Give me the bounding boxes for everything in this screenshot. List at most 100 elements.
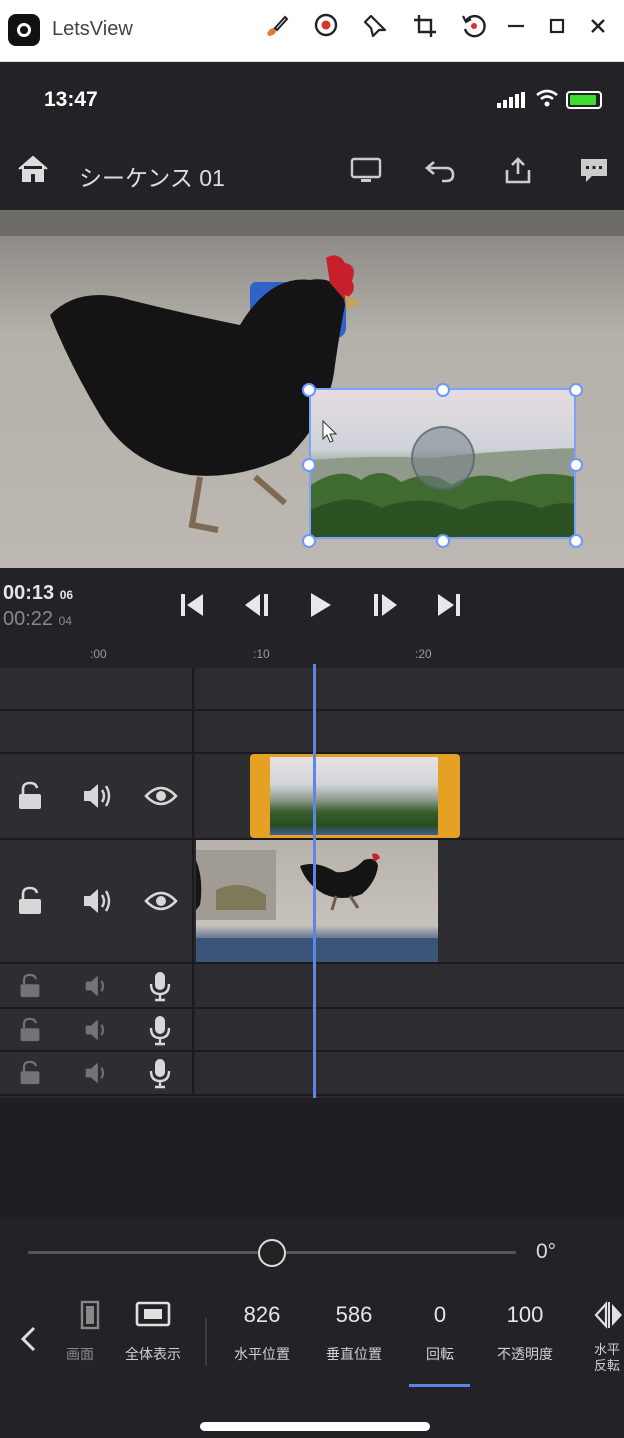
resize-handle-bottom[interactable] (436, 534, 450, 548)
record-icon[interactable] (308, 12, 344, 48)
track-header (0, 1009, 194, 1050)
track-header (0, 1052, 194, 1094)
param-value[interactable]: 100 (485, 1300, 565, 1330)
param-rotation[interactable]: 0 回転 (400, 1300, 480, 1364)
microphone-icon[interactable] (149, 1057, 171, 1096)
unlock-icon[interactable] (18, 1060, 42, 1093)
track-header (0, 754, 194, 838)
microphone-icon[interactable] (149, 1014, 171, 1053)
crop-icon[interactable] (407, 12, 443, 48)
microphone-icon[interactable] (149, 970, 171, 1009)
home-icon[interactable] (16, 154, 50, 189)
track-body[interactable] (196, 1052, 624, 1094)
track-header (0, 711, 194, 752)
rotation-slider-thumb[interactable] (258, 1239, 286, 1267)
unlock-icon[interactable] (16, 886, 44, 923)
eye-icon[interactable] (144, 784, 178, 815)
param-divider (205, 1318, 207, 1366)
home-indicator[interactable] (200, 1422, 430, 1431)
overlay-clip-selected[interactable] (250, 754, 460, 838)
undo-icon[interactable] (424, 156, 458, 191)
param-value[interactable]: 826 (222, 1300, 302, 1330)
param-screen[interactable]: 画面 (40, 1300, 120, 1364)
track-header (0, 668, 194, 709)
audio-track-1 (0, 964, 624, 1009)
share-icon[interactable] (502, 156, 534, 191)
clip-thumbnail-1 (196, 850, 276, 920)
speaker-icon[interactable] (83, 1017, 111, 1050)
resize-handle-top-left[interactable] (302, 383, 316, 397)
speaker-icon[interactable] (83, 1060, 111, 1093)
track-body[interactable] (196, 711, 624, 752)
mouse-cursor-icon (322, 419, 338, 450)
param-value[interactable]: 586 (314, 1300, 394, 1330)
sequence-title[interactable]: シーケンス 01 (79, 159, 225, 193)
unlock-icon[interactable] (18, 973, 42, 1006)
step-back-icon[interactable] (239, 590, 275, 626)
rotate-icon[interactable] (456, 12, 492, 48)
monitor-icon[interactable] (350, 156, 382, 191)
playhead[interactable] (313, 664, 316, 1098)
resize-handle-right[interactable] (569, 458, 583, 472)
ruler-tick: :20 (415, 647, 432, 661)
step-forward-icon[interactable] (367, 590, 403, 626)
resize-handle-top[interactable] (436, 383, 450, 397)
main-video-clip[interactable] (196, 840, 438, 962)
signal-icon (497, 92, 525, 108)
param-label: 不透明度 (497, 1346, 553, 1362)
audio-waveform (196, 938, 438, 962)
close-icon[interactable] (580, 12, 616, 48)
skip-to-start-icon[interactable] (174, 590, 210, 626)
flip-horizontal-icon (594, 1300, 624, 1330)
chevron-left-icon[interactable] (18, 1324, 40, 1362)
play-icon[interactable] (302, 590, 338, 626)
unlock-icon[interactable] (16, 781, 44, 818)
minimize-icon[interactable] (498, 12, 534, 48)
total-frames: 04 (58, 614, 72, 628)
audio-track-3 (0, 1052, 624, 1096)
rotation-value-label: 0° (536, 1240, 557, 1263)
track-body[interactable] (196, 1009, 624, 1050)
brush-icon[interactable] (258, 12, 294, 48)
overlay-clip-frame[interactable] (309, 388, 576, 539)
current-timecode: 00:13 06 (3, 582, 73, 605)
track-body[interactable] (196, 668, 624, 709)
audio-track-2 (0, 1009, 624, 1052)
param-opacity[interactable]: 100 不透明度 (485, 1300, 565, 1364)
resize-handle-bottom-left[interactable] (302, 534, 316, 548)
eye-icon[interactable] (144, 889, 178, 920)
skip-to-end-icon[interactable] (431, 590, 467, 626)
current-time: 00:13 (3, 582, 55, 604)
rotation-handle-circle[interactable] (411, 426, 475, 490)
param-label: 水平位置 (234, 1346, 290, 1362)
track-header (0, 964, 194, 1007)
maximize-icon[interactable] (539, 12, 575, 48)
resize-handle-top-right[interactable] (569, 383, 583, 397)
param-label: 水平反転 (594, 1342, 621, 1373)
speaker-icon[interactable] (81, 886, 113, 923)
window-titlebar: LetsView (0, 0, 624, 62)
timeline-ruler[interactable]: :00 :10 :20 (0, 643, 624, 668)
unlock-icon[interactable] (18, 1017, 42, 1050)
param-horizontal-position[interactable]: 826 水平位置 (222, 1300, 302, 1364)
speaker-icon[interactable] (81, 781, 113, 818)
param-fit-all[interactable]: 全体表示 (113, 1300, 193, 1364)
video-preview[interactable] (0, 210, 624, 568)
overlay-clip-thumbnail (270, 757, 438, 835)
resize-handle-left[interactable] (302, 458, 316, 472)
param-value[interactable]: 0 (400, 1300, 480, 1330)
speaker-icon[interactable] (83, 973, 111, 1006)
resize-handle-bottom-right[interactable] (569, 534, 583, 548)
param-flip-horizontal[interactable]: 水平反転 (594, 1300, 624, 1374)
ruler-tick: :00 (90, 647, 107, 661)
track-header (0, 840, 194, 962)
pin-icon[interactable] (357, 12, 393, 48)
active-param-indicator (409, 1384, 470, 1387)
screen-icon (40, 1300, 120, 1330)
total-time: 00:22 (3, 608, 54, 630)
param-label: 垂直位置 (326, 1346, 382, 1362)
comment-icon[interactable] (578, 156, 610, 191)
param-vertical-position[interactable]: 586 垂直位置 (314, 1300, 394, 1364)
track-body[interactable] (196, 964, 624, 1007)
param-label: 回転 (426, 1346, 454, 1362)
